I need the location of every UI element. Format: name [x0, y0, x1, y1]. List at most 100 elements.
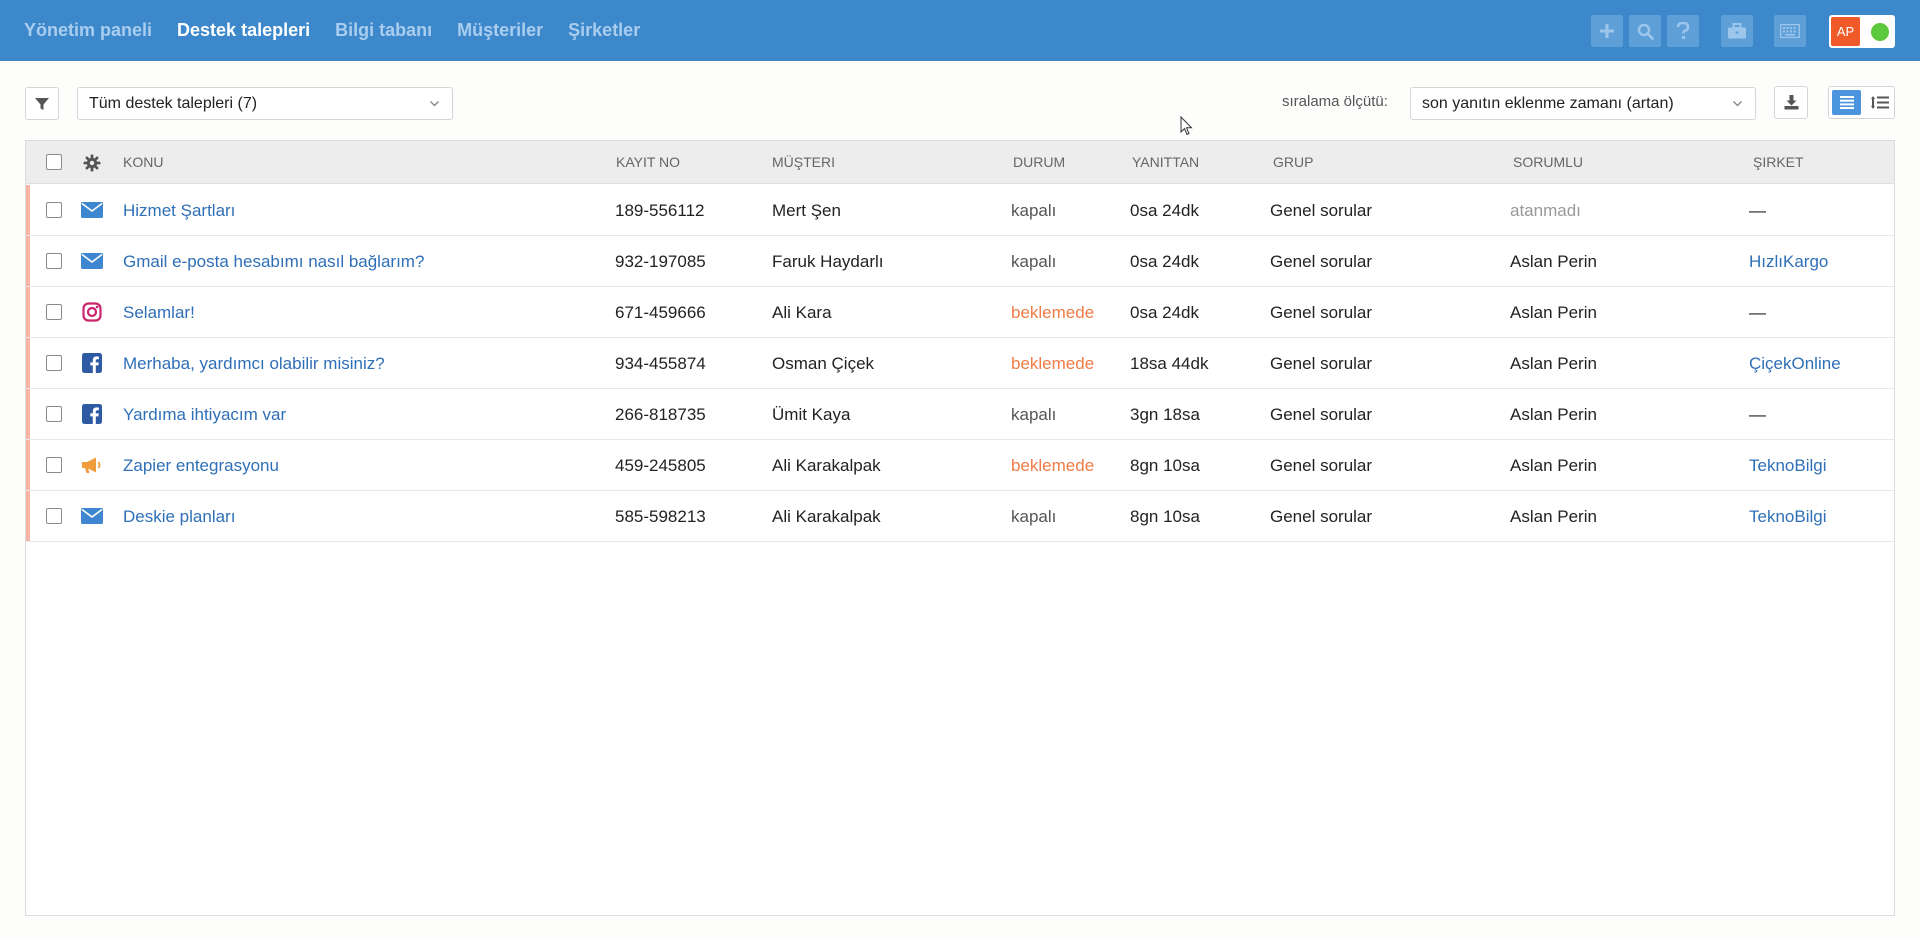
- ticket-customer: Ali Karakalpak: [772, 507, 881, 526]
- ticket-assignee: Aslan Perin: [1510, 507, 1597, 526]
- nav-item-knowledge-base[interactable]: Bilgi tabanı: [335, 20, 432, 41]
- row-checkbox[interactable]: [46, 304, 62, 320]
- briefcase-icon: [1728, 22, 1746, 38]
- ticket-assignee: Aslan Perin: [1510, 354, 1597, 373]
- ticket-company-link[interactable]: TeknoBilgi: [1749, 456, 1827, 476]
- megaphone-icon: [80, 454, 104, 476]
- sort-label: sıralama ölçütü:: [1282, 93, 1388, 110]
- ticket-record-no: 459-245805: [615, 456, 706, 475]
- ticket-status: beklemede: [1011, 354, 1095, 373]
- row-checkbox[interactable]: [46, 202, 62, 218]
- column-header-since-reply[interactable]: Yanıttan: [1132, 154, 1199, 170]
- list-view-icon: [1839, 96, 1854, 109]
- filter-button[interactable]: [25, 87, 59, 120]
- ticket-company: —: [1749, 201, 1766, 220]
- row-checkbox[interactable]: [46, 355, 62, 371]
- row-status-marker: [26, 287, 30, 337]
- ticket-company: —: [1749, 405, 1766, 424]
- ticket-assignee: Aslan Perin: [1510, 303, 1597, 322]
- ticket-time-since-reply: 8gn 10sa: [1130, 456, 1200, 475]
- ticket-group: Genel sorular: [1270, 405, 1373, 424]
- ticket-company-link[interactable]: TeknoBilgi: [1749, 507, 1827, 527]
- user-menu[interactable]: AP: [1829, 15, 1895, 48]
- column-header-record-no[interactable]: Kayıt No: [616, 154, 680, 170]
- row-checkbox[interactable]: [46, 457, 62, 473]
- ticket-subject-link[interactable]: Selamlar!: [123, 303, 195, 323]
- ticket-subject-link[interactable]: Zapier entegrasyonu: [123, 456, 279, 476]
- ticket-company-link[interactable]: HızlıKargo: [1749, 252, 1828, 272]
- ticket-group: Genel sorular: [1270, 252, 1373, 271]
- nav-item-tickets[interactable]: Destek talepleri: [177, 20, 310, 41]
- ticket-time-since-reply: 0sa 24dk: [1130, 303, 1199, 322]
- facebook-icon: [80, 352, 104, 374]
- ticket-record-no: 932-197085: [615, 252, 706, 271]
- column-header-group[interactable]: Grup: [1273, 154, 1313, 170]
- row-checkbox[interactable]: [46, 406, 62, 422]
- ticket-record-no: 671-459666: [615, 303, 706, 322]
- table-row[interactable]: Selamlar! 671-459666 Ali Kara beklemede 0sa …: [26, 287, 1894, 338]
- compact-view-button[interactable]: [1865, 90, 1894, 115]
- table-row[interactable]: Deskie planları 585-598213 Ali Karakalpak k…: [26, 491, 1894, 542]
- ticket-view-select[interactable]: Tüm destek talepleri (7): [77, 87, 453, 120]
- ticket-subject-link[interactable]: Hizmet Şartları: [123, 201, 235, 221]
- ticket-customer: Ali Kara: [772, 303, 832, 322]
- ticket-group: Genel sorular: [1270, 456, 1373, 475]
- ticket-time-since-reply: 3gn 18sa: [1130, 405, 1200, 424]
- ticket-customer: Ali Karakalpak: [772, 456, 881, 475]
- export-button[interactable]: [1774, 86, 1808, 119]
- list-view-button[interactable]: [1832, 90, 1861, 115]
- column-header-customer[interactable]: Müşteri: [772, 154, 835, 170]
- chevron-down-icon: [430, 101, 439, 107]
- ticket-company: —: [1749, 303, 1766, 322]
- facebook-icon: [80, 403, 104, 425]
- new-ticket-button[interactable]: [1591, 15, 1623, 47]
- ticket-record-no: 189-556112: [615, 201, 705, 220]
- filter-icon: [35, 97, 49, 110]
- ticket-customer: Faruk Haydarlı: [772, 252, 884, 271]
- toolbox-button[interactable]: [1721, 15, 1753, 47]
- nav-item-companies[interactable]: Şirketler: [568, 20, 640, 41]
- ticket-subject-link[interactable]: Merhaba, yardımcı olabilir misiniz?: [123, 354, 385, 374]
- table-row[interactable]: Zapier entegrasyonu 459-245805 Ali Karakal…: [26, 440, 1894, 491]
- table-row[interactable]: Yardıma ihtiyacım var 266-818735 Ümit Kaya…: [26, 389, 1894, 440]
- nav-item-customers[interactable]: Müşteriler: [457, 20, 543, 41]
- ticket-record-no: 585-598213: [615, 507, 706, 526]
- column-header-company[interactable]: Şirket: [1753, 154, 1804, 170]
- search-button[interactable]: [1629, 15, 1661, 47]
- keyboard-icon: [1780, 24, 1800, 38]
- ticket-company-link[interactable]: ÇiçekOnline: [1749, 354, 1841, 374]
- table-row[interactable]: Gmail e-posta hesabımı nasıl bağlarım? 93…: [26, 236, 1894, 287]
- ticket-subject-link[interactable]: Yardıma ihtiyacım var: [123, 405, 286, 425]
- ticket-status: kapalı: [1011, 507, 1057, 526]
- ticket-subject-link[interactable]: Gmail e-posta hesabımı nasıl bağlarım?: [123, 252, 424, 272]
- ticket-customer: Ümit Kaya: [772, 405, 851, 424]
- ticket-status: kapalı: [1011, 405, 1057, 424]
- table-row[interactable]: Merhaba, yardımcı olabilir misiniz? 934-4…: [26, 338, 1894, 389]
- instagram-icon: [80, 301, 104, 323]
- ticket-status: kapalı: [1011, 201, 1057, 220]
- select-all-checkbox[interactable]: [46, 154, 62, 170]
- gear-icon[interactable]: [83, 154, 101, 172]
- envelope-icon: [80, 505, 104, 527]
- sort-lines-icon: [1870, 96, 1889, 109]
- help-button[interactable]: [1667, 15, 1699, 47]
- envelope-icon: [80, 199, 104, 221]
- nav-item-dashboard[interactable]: Yönetim paneli: [24, 20, 152, 41]
- column-header-status[interactable]: Durum: [1013, 154, 1065, 170]
- ticket-subject-link[interactable]: Deskie planları: [123, 507, 235, 527]
- row-checkbox[interactable]: [46, 508, 62, 524]
- keyboard-shortcuts-button[interactable]: [1774, 15, 1806, 47]
- column-header-subject[interactable]: Konu: [123, 154, 163, 170]
- avatar: AP: [1831, 17, 1860, 46]
- ticket-status: beklemede: [1011, 303, 1095, 322]
- top-navigation-bar: Yönetim paneli Destek talepleri Bilgi ta…: [0, 0, 1920, 61]
- ticket-assignee: Aslan Perin: [1510, 456, 1597, 475]
- row-checkbox[interactable]: [46, 253, 62, 269]
- table-row[interactable]: Hizmet Şartları 189-556112 Mert Şen kapalı 0…: [26, 185, 1894, 236]
- question-icon: [1676, 22, 1690, 39]
- sort-order-select[interactable]: son yanıtın eklenme zamanı (artan): [1410, 87, 1756, 120]
- sort-order-value: son yanıtın eklenme zamanı (artan): [1422, 94, 1674, 112]
- column-header-assignee[interactable]: Sorumlu: [1513, 154, 1583, 170]
- row-status-marker: [26, 185, 30, 235]
- plus-icon: [1600, 24, 1614, 38]
